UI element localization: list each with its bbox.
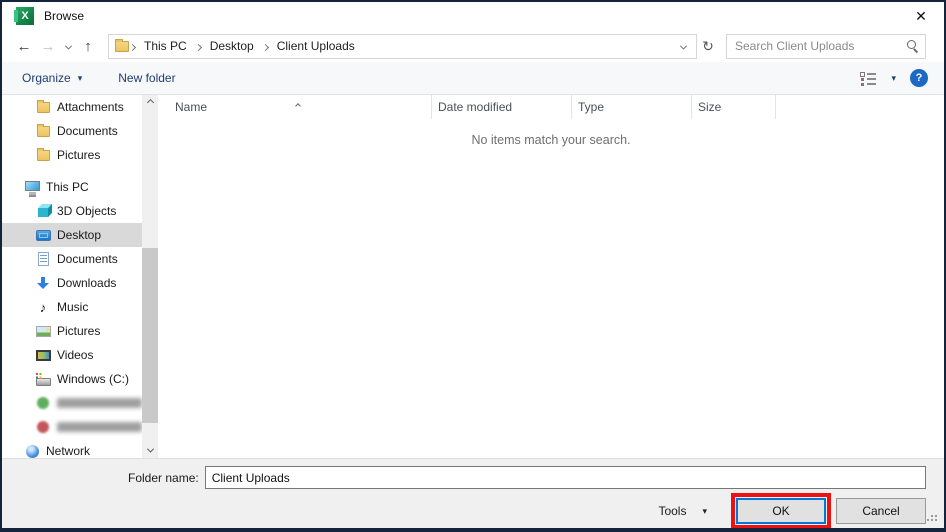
breadcrumb-desktop[interactable]: Desktop <box>202 39 262 53</box>
tools-dropdown-icon: ▾ <box>702 506 707 517</box>
desktop-icon <box>35 227 51 243</box>
dialog-footer: Folder name: Tools ▾ OK Cancel <box>2 458 944 528</box>
ok-button[interactable]: OK <box>736 498 826 524</box>
history-dropdown-icon[interactable] <box>60 37 76 55</box>
excel-app-icon: X <box>16 7 34 25</box>
3d-cube-icon <box>35 203 51 219</box>
forward-icon: → <box>36 38 60 55</box>
sidebar-item-network[interactable]: Network <box>2 439 142 458</box>
sidebar-scrollbar[interactable] <box>142 95 158 458</box>
button-row: Tools ▾ OK Cancel <box>2 493 944 529</box>
red-annotation-box: OK <box>731 493 831 529</box>
folder-tree: Attachments Documents Pictures This PC <box>2 95 142 458</box>
sidebar-item-music[interactable]: ♪ Music <box>2 295 142 319</box>
column-header-date-modified[interactable]: Date modified <box>432 95 572 119</box>
sidebar-item-redacted-1[interactable] <box>2 391 142 415</box>
resize-grip[interactable] <box>935 511 937 513</box>
back-icon[interactable]: ← <box>12 38 36 55</box>
document-icon <box>35 251 51 267</box>
address-row: ← → ↑ This PC Desktop Client Uploads ↻ <box>2 30 944 62</box>
column-header-row: Name Date modified Type Size <box>158 95 944 119</box>
search-box[interactable] <box>726 34 926 59</box>
sidebar-item-windows-c[interactable]: Windows (C:) <box>2 367 142 391</box>
video-icon <box>35 347 51 363</box>
computer-icon <box>24 179 40 195</box>
green-status-icon <box>35 395 51 411</box>
sidebar-item-pictures[interactable]: Pictures <box>2 319 142 343</box>
sidebar-item-attachments[interactable]: Attachments <box>2 95 142 119</box>
sidebar-item-downloads[interactable]: Downloads <box>2 271 142 295</box>
sidebar-item-documents-pinned[interactable]: Documents <box>2 119 142 143</box>
sidebar-item-desktop[interactable]: Desktop <box>2 223 142 247</box>
search-input[interactable] <box>735 39 905 53</box>
scrollbar-thumb[interactable] <box>142 248 158 423</box>
empty-results-message: No items match your search. <box>158 133 944 147</box>
main-area: Attachments Documents Pictures This PC <box>2 95 944 458</box>
folder-icon <box>35 123 51 139</box>
navigation-pane: Attachments Documents Pictures This PC <box>2 95 158 458</box>
breadcrumb-separator-icon <box>196 37 201 55</box>
column-header-size[interactable]: Size <box>692 95 776 119</box>
sidebar-item-3d-objects[interactable]: 3D Objects <box>2 199 142 223</box>
breadcrumb-client-uploads[interactable]: Client Uploads <box>269 39 363 53</box>
sort-ascending-icon <box>296 97 300 111</box>
search-icon[interactable] <box>905 39 919 53</box>
sidebar-item-this-pc[interactable]: This PC <box>2 175 142 199</box>
scroll-down-icon[interactable] <box>142 443 158 458</box>
cancel-button[interactable]: Cancel <box>836 498 926 524</box>
download-arrow-icon <box>35 275 51 291</box>
sidebar-item-redacted-2[interactable] <box>2 415 142 439</box>
folder-icon <box>35 99 51 115</box>
help-icon[interactable]: ? <box>910 69 928 87</box>
music-note-icon: ♪ <box>35 299 51 315</box>
address-dropdown-icon[interactable] <box>673 37 694 55</box>
folder-name-row: Folder name: <box>2 466 944 489</box>
breadcrumb-separator-icon <box>130 37 135 55</box>
sidebar-item-videos[interactable]: Videos <box>2 343 142 367</box>
new-folder-button[interactable]: New folder <box>118 71 175 85</box>
breadcrumb[interactable]: This PC Desktop Client Uploads <box>108 34 697 59</box>
close-icon[interactable]: ✕ <box>908 8 934 25</box>
tree-gap <box>2 167 142 175</box>
title-bar: X Browse ✕ <box>2 2 944 30</box>
breadcrumb-this-pc[interactable]: This PC <box>136 39 195 53</box>
redacted-label <box>57 422 142 432</box>
network-globe-icon <box>24 443 40 458</box>
organize-button[interactable]: Organize ▾ <box>22 71 82 85</box>
up-icon[interactable]: ↑ <box>76 38 100 55</box>
refresh-icon[interactable]: ↻ <box>697 38 719 55</box>
column-header-type[interactable]: Type <box>572 95 692 119</box>
column-header-name[interactable]: Name <box>158 95 432 119</box>
file-list-pane: Name Date modified Type Size No items ma… <box>158 95 944 458</box>
folder-icon <box>115 41 129 52</box>
red-status-icon <box>35 419 51 435</box>
window-title: Browse <box>44 9 84 23</box>
picture-icon <box>35 323 51 339</box>
sidebar-item-documents[interactable]: Documents <box>2 247 142 271</box>
sidebar-item-pictures-pinned[interactable]: Pictures <box>2 143 142 167</box>
scroll-up-icon[interactable] <box>142 95 158 110</box>
folder-name-label: Folder name: <box>128 471 199 485</box>
browse-dialog: X Browse ✕ ← → ↑ This PC Desktop Client … <box>0 0 946 532</box>
command-toolbar: Organize ▾ New folder ▾ ? <box>2 62 944 95</box>
folder-icon <box>35 147 51 163</box>
toolbar-right: ▾ ? <box>860 69 928 87</box>
view-dropdown-icon[interactable]: ▾ <box>891 73 896 84</box>
drive-icon <box>35 371 51 387</box>
organize-dropdown-icon: ▾ <box>78 73 83 84</box>
folder-name-input[interactable] <box>205 466 926 489</box>
redacted-label <box>57 398 142 408</box>
details-view-icon[interactable] <box>860 71 877 85</box>
tools-button[interactable]: Tools ▾ <box>658 504 707 518</box>
breadcrumb-separator-icon <box>263 37 268 55</box>
